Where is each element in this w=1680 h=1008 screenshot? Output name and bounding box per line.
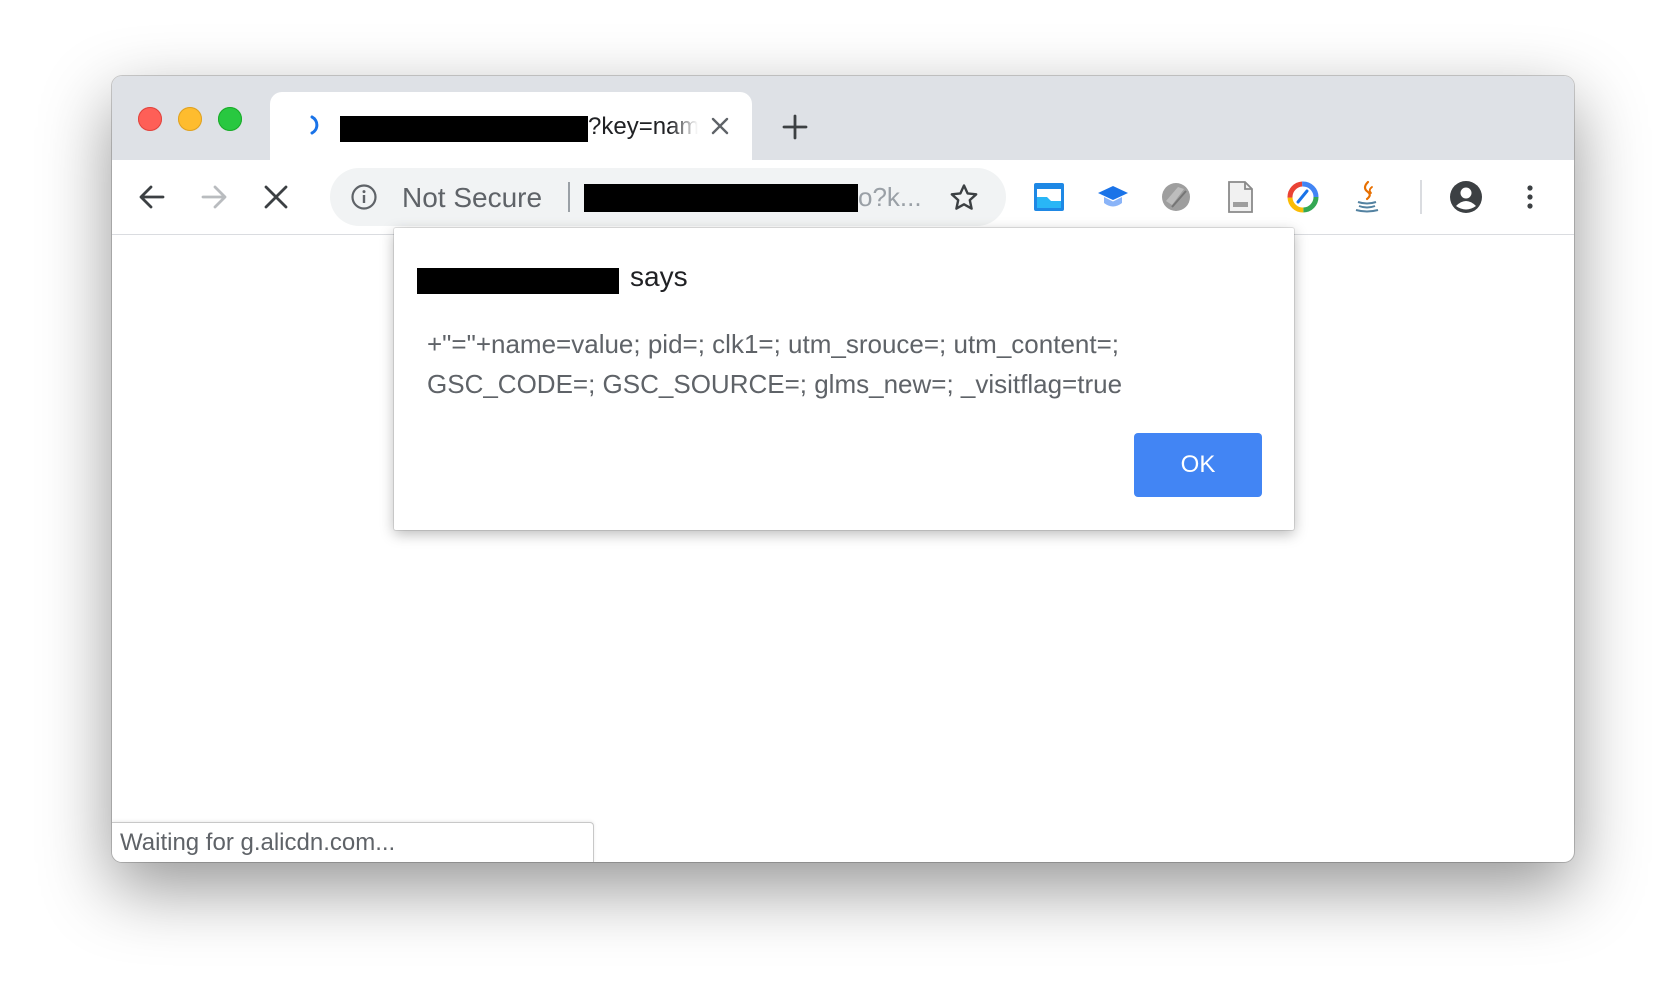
forward-button[interactable] (196, 179, 232, 215)
tab-title: ?key=name (588, 113, 698, 140)
ok-button[interactable]: OK (1134, 433, 1262, 497)
browser-toolbar: Not Secure o?k... (112, 160, 1574, 235)
stop-loading-button[interactable] (258, 179, 294, 215)
security-status-label[interactable]: Not Secure (402, 182, 542, 214)
status-bubble: Waiting for g.alicdn.com... (112, 822, 594, 862)
dialog-message: +"="+name=value; pid=; clk1=; utm_srouce… (427, 329, 1123, 399)
dialog-title: says (630, 261, 688, 292)
more-menu-icon[interactable] (1512, 179, 1548, 215)
redacted-tab-title (340, 116, 588, 142)
minimize-window-button[interactable] (178, 107, 202, 131)
status-text: Waiting for g.alicdn.com... (120, 829, 396, 856)
bookmark-star-icon[interactable] (948, 182, 980, 214)
toolbar-separator (1420, 180, 1422, 214)
profile-avatar-icon[interactable] (1448, 179, 1484, 215)
tab-close-icon[interactable] (708, 114, 732, 138)
active-tab[interactable]: ?key=name (270, 92, 752, 160)
address-divider (568, 182, 570, 212)
zoom-window-button[interactable] (218, 107, 242, 131)
close-window-button[interactable] (138, 107, 162, 131)
java-icon[interactable] (1349, 179, 1385, 215)
new-tab-button[interactable] (780, 112, 810, 142)
address-bar[interactable]: Not Secure o?k... (330, 168, 1006, 226)
colorful-ring-extension-icon[interactable] (1285, 179, 1321, 215)
graduation-cap-icon[interactable] (1095, 179, 1131, 215)
document-icon[interactable] (1222, 179, 1258, 215)
url-tail[interactable]: o?k... (858, 182, 922, 213)
redacted-site-name (417, 268, 619, 294)
tab-loading-spinner-icon (310, 115, 319, 135)
grey-puzzle-extension-icon[interactable] (1158, 179, 1194, 215)
back-button[interactable] (134, 179, 170, 215)
window-extension-icon[interactable] (1031, 179, 1067, 215)
alert-dialog: says +"="+name=value; pid=; clk1=; utm_s… (394, 228, 1294, 530)
redacted-url (584, 184, 858, 212)
browser-window: ?key=name Not Secure (112, 76, 1574, 862)
tab-strip: ?key=name (112, 76, 1574, 160)
info-icon[interactable] (350, 183, 378, 211)
